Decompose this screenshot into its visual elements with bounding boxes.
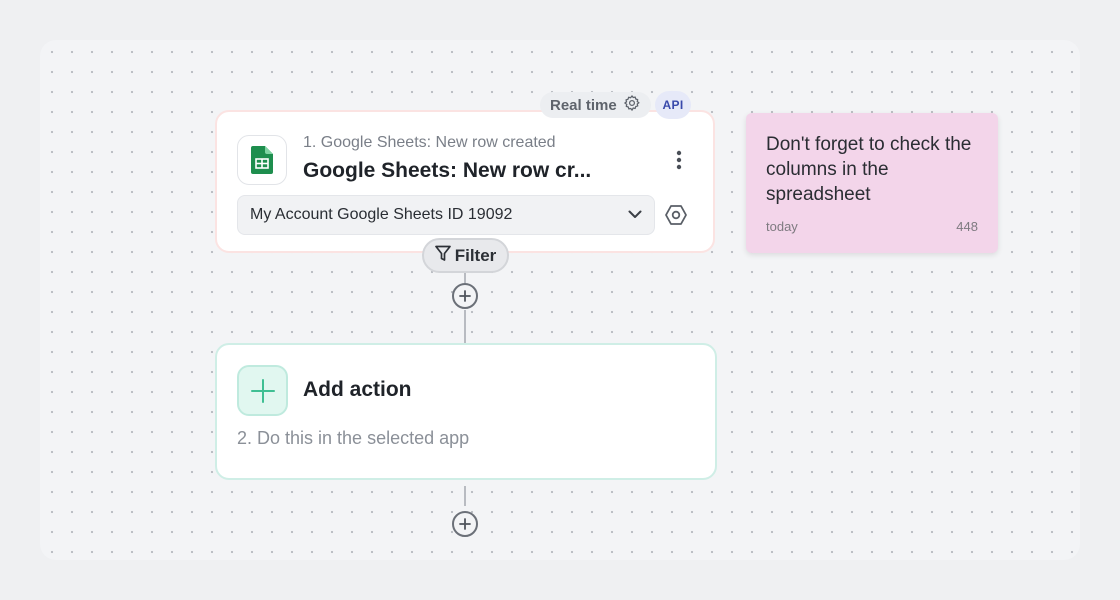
note-count: 448	[956, 219, 978, 234]
hexagon-settings-icon[interactable]	[662, 201, 690, 229]
trigger-title: Google Sheets: New row cr...	[303, 159, 592, 182]
connector-line	[464, 486, 466, 506]
filter-button[interactable]: Filter	[422, 238, 509, 273]
trigger-node[interactable]: 1. Google Sheets: New row created Google…	[215, 110, 715, 253]
realtime-label: Real time	[550, 96, 617, 114]
add-step-button[interactable]	[452, 283, 478, 309]
realtime-badge[interactable]: Real time	[540, 92, 651, 118]
connector-line	[464, 310, 466, 343]
note-footer: today 448	[766, 219, 978, 234]
chevron-down-icon	[628, 206, 642, 224]
connector-line	[464, 273, 466, 283]
add-action-subtitle: 2. Do this in the selected app	[237, 428, 470, 448]
note-date: today	[766, 219, 798, 234]
google-sheets-icon	[237, 135, 287, 185]
add-action-node[interactable]: Add action 2. Do this in the selected ap…	[215, 343, 717, 480]
plus-icon	[237, 365, 288, 416]
sticky-note[interactable]: Don't forget to check the columns in the…	[746, 113, 998, 253]
account-select-value: My Account Google Sheets ID 19092	[250, 206, 513, 223]
filter-icon	[434, 245, 451, 267]
add-step-button[interactable]	[452, 511, 478, 537]
note-text: Don't forget to check the columns in the…	[766, 134, 972, 205]
api-badge[interactable]: API	[655, 91, 691, 119]
workflow-canvas[interactable]: 1. Google Sheets: New row created Google…	[40, 40, 1080, 560]
trigger-step-label: 1. Google Sheets: New row created	[303, 134, 556, 151]
filter-label: Filter	[454, 245, 497, 265]
more-options-icon[interactable]	[669, 148, 689, 172]
add-action-title: Add action	[303, 378, 412, 401]
gear-icon	[623, 94, 641, 116]
account-select[interactable]: My Account Google Sheets ID 19092	[237, 195, 655, 235]
